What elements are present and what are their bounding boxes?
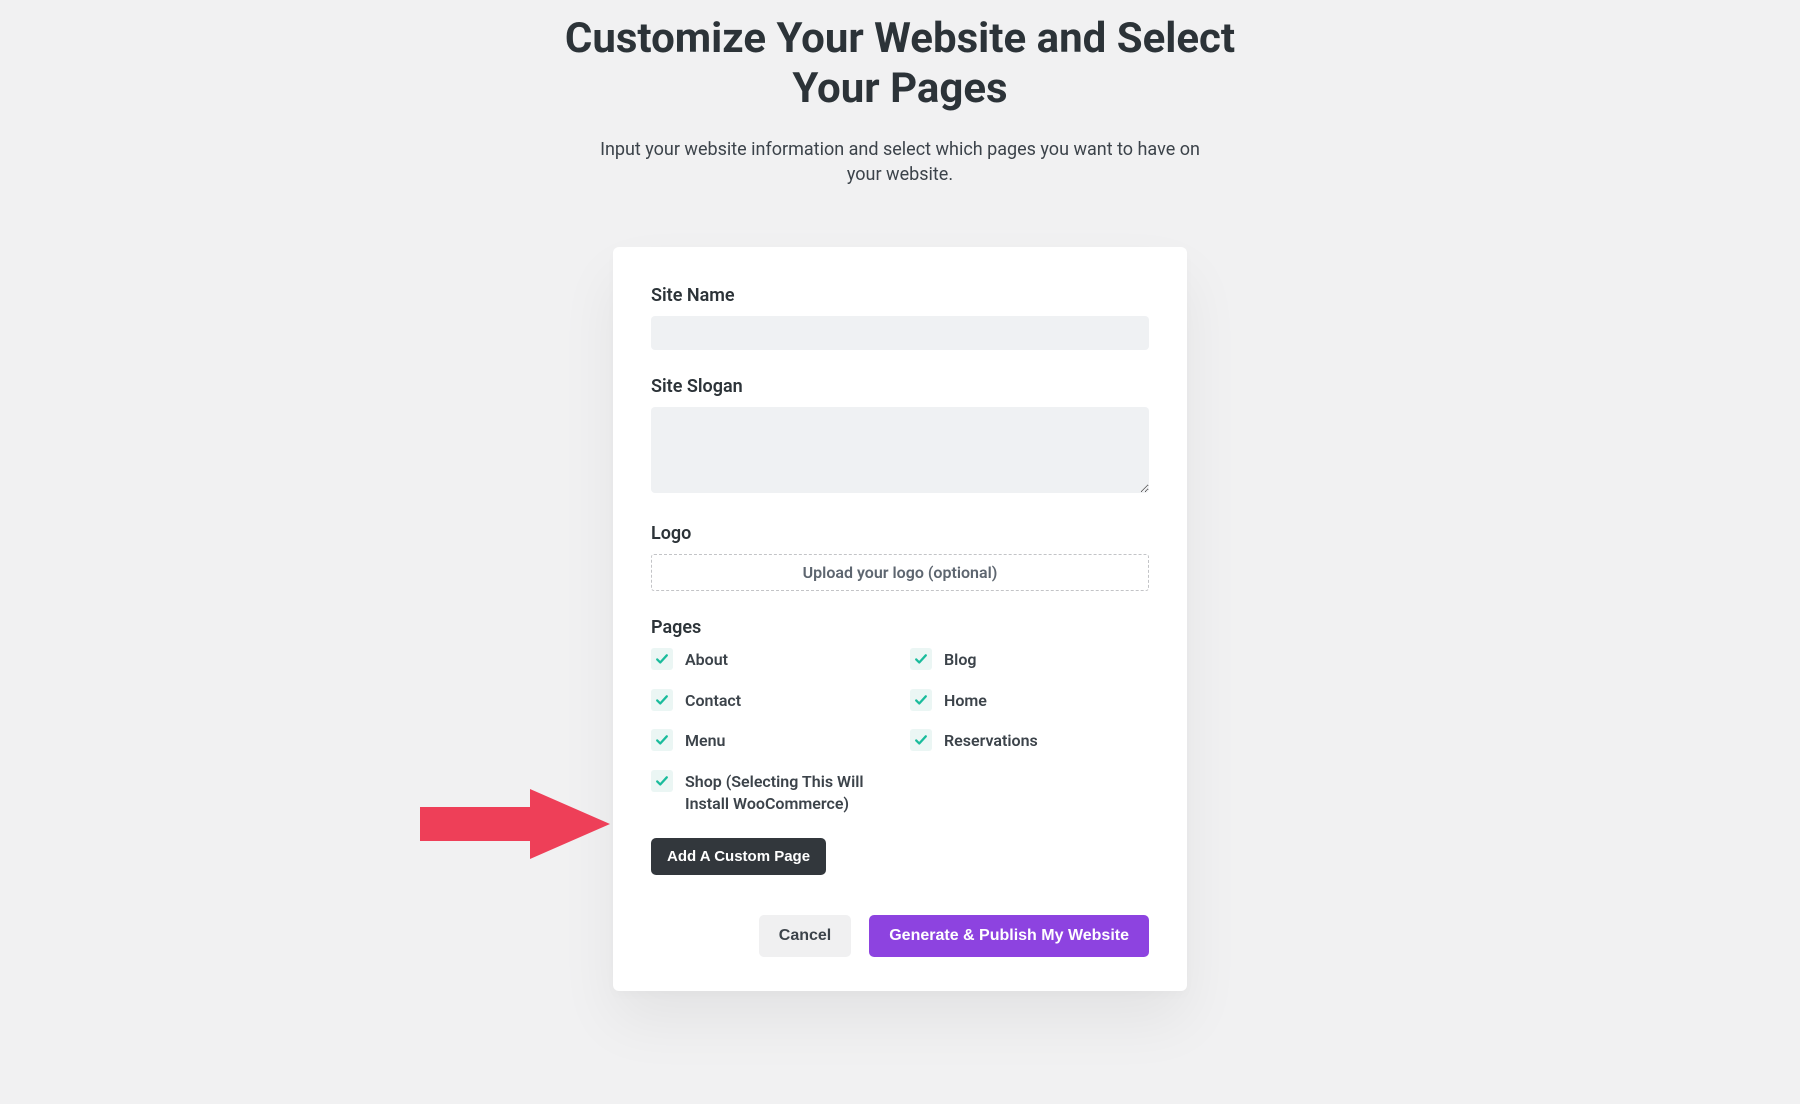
add-custom-page-button[interactable]: Add A Custom Page [651,838,826,875]
cancel-button[interactable]: Cancel [759,915,851,957]
page-item-label: Home [944,689,987,712]
pages-grid: About Blog Contact Home Menu Reservations Shop… [651,648,1149,814]
page-item-label: Menu [685,729,725,752]
pages-label: Pages [651,617,1149,638]
pages-section: Pages About Blog Contact Home Menu Reservatio… [651,617,1149,875]
customize-card: Site Name Site Slogan Logo Upload your l… [613,247,1187,991]
site-name-section: Site Name [651,285,1149,350]
site-slogan-label: Site Slogan [651,376,1149,397]
page-checkbox-home[interactable]: Home [910,689,1149,712]
checkmark-icon [651,689,673,711]
page-title: Customize Your Website and Select Your P… [550,14,1250,115]
site-slogan-section: Site Slogan [651,376,1149,497]
checkmark-icon [910,648,932,670]
checkmark-icon [910,689,932,711]
checkmark-icon [651,770,673,792]
page-checkbox-reservations[interactable]: Reservations [910,729,1149,752]
page-subtitle: Input your website information and selec… [600,137,1200,187]
checkmark-icon [910,729,932,751]
actions-row: Cancel Generate & Publish My Website [651,915,1149,957]
page-item-label: Shop (Selecting This Will Install WooCom… [685,770,890,814]
page-item-label: Contact [685,689,741,712]
page-checkbox-contact[interactable]: Contact [651,689,890,712]
logo-section: Logo Upload your logo (optional) [651,523,1149,591]
site-slogan-input[interactable] [651,407,1149,493]
site-name-input[interactable] [651,316,1149,350]
logo-label: Logo [651,523,1149,544]
page-checkbox-blog[interactable]: Blog [910,648,1149,671]
page-item-label: Reservations [944,729,1038,752]
logo-upload[interactable]: Upload your logo (optional) [651,554,1149,591]
page-checkbox-shop[interactable]: Shop (Selecting This Will Install WooCom… [651,770,890,814]
page-item-label: About [685,648,728,671]
checkmark-icon [651,648,673,670]
page-checkbox-about[interactable]: About [651,648,890,671]
page-item-label: Blog [944,648,976,671]
page-checkbox-menu[interactable]: Menu [651,729,890,752]
generate-publish-button[interactable]: Generate & Publish My Website [869,915,1149,957]
checkmark-icon [651,729,673,751]
site-name-label: Site Name [651,285,1149,306]
